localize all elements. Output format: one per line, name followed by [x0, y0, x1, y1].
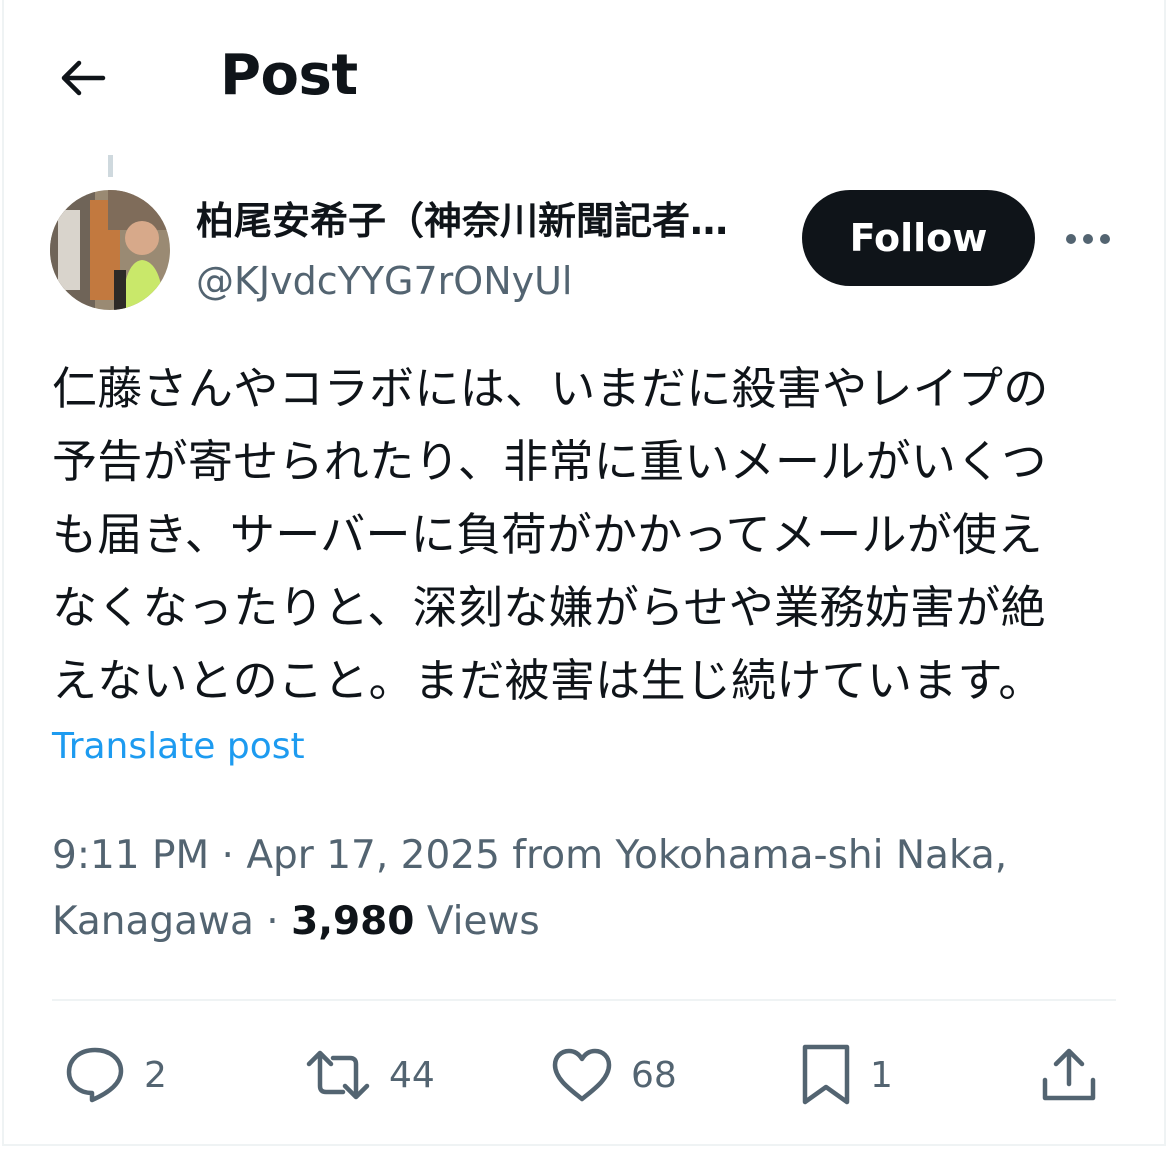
author-handle[interactable]: @KJvdcYYG7rONyUl: [196, 256, 573, 306]
follow-button[interactable]: Follow: [802, 190, 1035, 286]
views-count: 3,980: [291, 899, 415, 944]
author-display-name[interactable]: 柏尾安希子（神奈川新聞記者…: [196, 196, 786, 246]
more-horizontal-icon: [1066, 234, 1110, 244]
like-count: 68: [631, 1054, 677, 1096]
views-label: Views: [414, 899, 540, 944]
back-button[interactable]: [50, 46, 114, 110]
reply-button[interactable]: 2: [64, 1040, 167, 1110]
reply-icon: [66, 1047, 124, 1103]
meta-line-1: 9:11 PM · Apr 17, 2025 from Yokohama-shi…: [52, 823, 1092, 889]
heart-icon: [552, 1048, 612, 1102]
bookmark-count: 1: [870, 1054, 893, 1096]
post-text-line: えないとのこと。まだ被害は生じ続けています。: [52, 654, 1044, 707]
avatar[interactable]: [50, 190, 170, 310]
repost-count: 44: [389, 1054, 435, 1096]
post-text-line: なくなったりと、深刻な嫌がらせや業務妨害が絶: [52, 581, 1046, 634]
more-options-button[interactable]: [1056, 214, 1120, 264]
share-button[interactable]: [1040, 1040, 1098, 1110]
meta-line-2: Kanagawa · 3,980 Views: [52, 889, 1092, 955]
post-time[interactable]: 9:11 PM: [52, 833, 209, 878]
like-button[interactable]: 68: [551, 1040, 677, 1110]
location-prefix: from: [499, 833, 616, 878]
post-location: Yokohama-shi Naka,: [615, 833, 1008, 878]
meta-separator: ·: [209, 833, 247, 878]
bookmark-icon: [802, 1044, 850, 1105]
page-title: Post: [220, 43, 358, 108]
thread-connector-line: [108, 155, 113, 177]
post-date[interactable]: Apr 17, 2025: [246, 833, 500, 878]
post-text: 仁藤さんやコラボには、いまだに殺害やレイプの 予告が寄せられたり、非常に重いメー…: [52, 352, 1122, 717]
arrow-left-icon: [61, 60, 106, 96]
post-text-line: も届き、サーバーに負荷がかかってメールが使え: [52, 508, 1043, 561]
post-text-line: 予告が寄せられたり、非常に重いメールがいくつ: [52, 435, 1047, 488]
repost-button[interactable]: 44: [305, 1040, 435, 1110]
bookmark-button[interactable]: 1: [800, 1040, 893, 1110]
post-location-continued: Kanagawa: [52, 899, 254, 944]
share-icon: [1042, 1048, 1096, 1101]
reply-count: 2: [144, 1054, 167, 1096]
post-meta: 9:11 PM · Apr 17, 2025 from Yokohama-shi…: [52, 823, 1092, 955]
meta-separator: ·: [253, 899, 292, 944]
translate-post-link[interactable]: Translate post: [52, 722, 305, 772]
repost-icon: [306, 1050, 370, 1100]
divider: [52, 999, 1116, 1001]
post-text-line: 仁藤さんやコラボには、いまだに殺害やレイプの: [52, 362, 1049, 415]
